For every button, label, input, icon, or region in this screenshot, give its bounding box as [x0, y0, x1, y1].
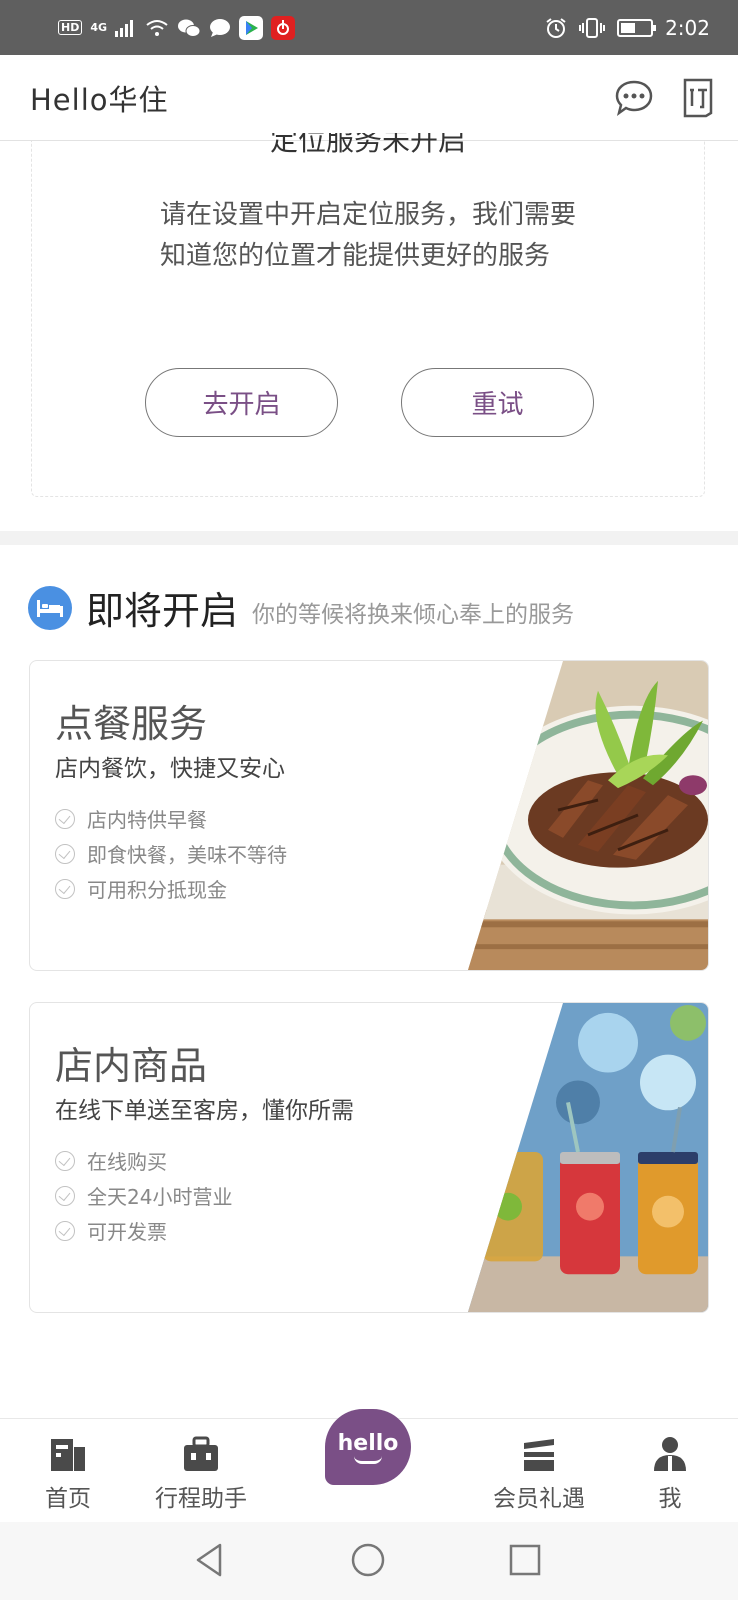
nav-hello[interactable]: hello: [325, 1409, 411, 1485]
check-icon: [55, 808, 75, 829]
status-left: HD 4G: [58, 15, 296, 40]
section-title: 即将开启: [86, 589, 239, 633]
enable-location-button[interactable]: 去开启: [145, 368, 338, 437]
feature-list: 在线购买 全天24小时营业 可开发票: [55, 1143, 232, 1248]
app-header: Hello华住: [0, 55, 738, 141]
briefcase-icon: [184, 1436, 218, 1471]
feature-item: 店内特供早餐: [55, 801, 287, 836]
bed-icon: [28, 585, 72, 630]
vibrate-icon: [579, 17, 606, 38]
back-icon[interactable]: [194, 1542, 226, 1578]
play-app-icon: [239, 15, 264, 40]
nav-member-benefits[interactable]: 会员礼遇: [484, 1419, 594, 1513]
system-navigation-bar: [0, 1522, 738, 1600]
feature-text: 即食快餐，美味不等待: [87, 843, 287, 867]
signal-icon: [115, 19, 134, 37]
section-divider: [0, 531, 738, 545]
nav-me[interactable]: 我: [650, 1419, 690, 1513]
dining-service-card[interactable]: 点餐服务 店内餐饮，快捷又安心 店内特供早餐 即食快餐，美味不等待 可用积分抵现…: [29, 660, 709, 971]
notice-title: 定位服务未开启: [269, 133, 466, 155]
retry-button[interactable]: 重试: [401, 368, 594, 437]
coming-soon-header: 即将开启 你的等候将换来倾心奉上的服务: [28, 580, 574, 635]
status-bar: HD 4G 2:02: [0, 0, 738, 55]
nav-label: 行程助手: [155, 1486, 247, 1512]
status-time: 2:02: [665, 15, 710, 40]
feature-item: 可用积分抵现金: [55, 871, 287, 906]
home-circle-icon[interactable]: [350, 1542, 386, 1578]
card-subtitle: 店内餐饮，快捷又安心: [55, 756, 285, 782]
card-subtitle: 在线下单送至客房，懂你所需: [55, 1098, 354, 1124]
hd-badge: HD: [58, 20, 83, 35]
check-icon: [55, 1150, 75, 1171]
message-icon: [210, 18, 231, 37]
steak-dish-image: [468, 661, 708, 970]
feature-text: 可用积分抵现金: [87, 878, 227, 902]
check-icon: [55, 1185, 75, 1206]
feature-item: 全天24小时营业: [55, 1178, 232, 1213]
music-app-icon: [271, 15, 296, 40]
home-icon: [51, 1439, 85, 1471]
header-actions: [614, 77, 716, 119]
user-icon: [654, 1437, 686, 1471]
feature-text: 可开发票: [87, 1220, 167, 1244]
notice-message: 请在设置中开启定位服务，我们需要知道您的位置才能提供更好的服务: [160, 200, 577, 271]
feature-text: 在线购买: [87, 1150, 167, 1174]
check-icon: [55, 1220, 75, 1241]
feature-item: 即食快餐，美味不等待: [55, 836, 287, 871]
feature-text: 店内特供早餐: [87, 808, 207, 832]
nav-home[interactable]: 首页: [38, 1419, 98, 1513]
alarm-icon: [546, 17, 566, 38]
location-notice-card: 定位服务未开启 请在设置中开启定位服务，我们需要知道您的位置才能提供更好的服务 …: [31, 133, 705, 497]
feature-list: 店内特供早餐 即食快餐，美味不等待 可用积分抵现金: [55, 801, 287, 906]
wifi-icon: [146, 19, 168, 36]
wechat-icon: [178, 19, 201, 37]
smile-icon: [354, 1456, 382, 1464]
feature-item: 在线购买: [55, 1143, 232, 1178]
hello-text: hello: [337, 1430, 399, 1456]
section-subtitle: 你的等候将换来倾心奉上的服务: [252, 601, 575, 628]
battery-icon: [617, 18, 657, 37]
chat-icon[interactable]: [614, 78, 654, 118]
recents-icon[interactable]: [508, 1542, 542, 1578]
nav-label: 我: [658, 1486, 682, 1512]
gift-icon: [524, 1439, 554, 1471]
card-title: 店内商品: [55, 1044, 208, 1088]
feature-text: 全天24小时营业: [87, 1185, 233, 1209]
order-icon[interactable]: [680, 77, 716, 119]
network-type: 4G: [90, 21, 108, 34]
nav-trip-assistant[interactable]: 行程助手: [146, 1419, 256, 1513]
drinks-image: [468, 1003, 708, 1312]
bottom-navigation: 首页 行程助手 hello 会员礼遇 我: [0, 1409, 738, 1522]
nav-label: 会员礼遇: [493, 1486, 585, 1512]
feature-item: 可开发票: [55, 1213, 232, 1248]
check-icon: [55, 878, 75, 899]
app-title: Hello华住: [30, 82, 169, 117]
status-right: 2:02: [545, 16, 710, 40]
card-title: 点餐服务: [55, 702, 208, 746]
store-goods-card[interactable]: 店内商品 在线下单送至客房，懂你所需 在线购买 全天24小时营业 可开发票: [29, 1002, 709, 1313]
check-icon: [55, 843, 75, 864]
hello-logo-icon: hello: [325, 1409, 411, 1485]
nav-label: 首页: [45, 1486, 91, 1512]
